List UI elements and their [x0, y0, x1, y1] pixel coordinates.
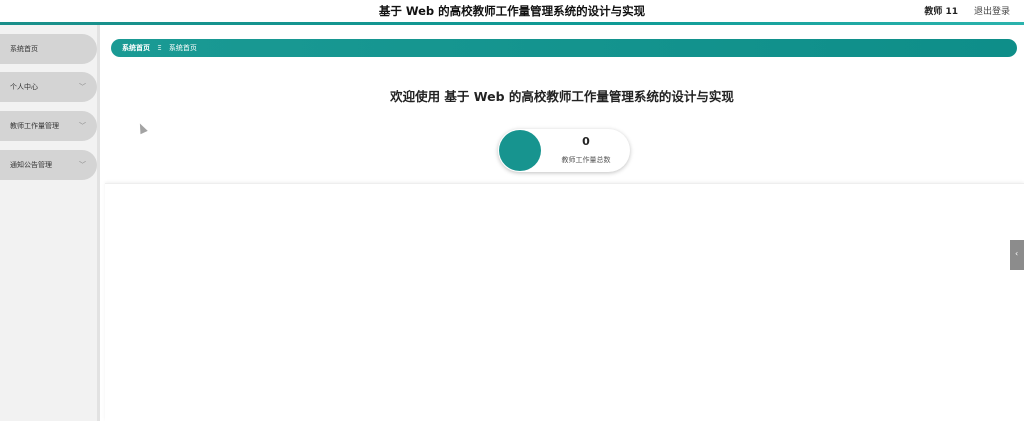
sidebar-item-label: 通知公告管理: [10, 161, 52, 169]
top-accent-line: [0, 22, 1024, 25]
breadcrumb-current: 系统首页: [168, 44, 197, 52]
breadcrumb-separator: Ξ: [157, 44, 162, 52]
sidebar-item-notice-management[interactable]: 通知公告管理 ﹀: [0, 150, 97, 180]
sidebar-item-label: 系统首页: [10, 45, 38, 53]
collapse-tab[interactable]: ‹: [1010, 240, 1024, 270]
sidebar: 系统首页 个人中心 ﹀ 教师工作量管理 ﹀ 通知公告管理 ﹀: [0, 25, 100, 421]
stat-value: 0: [582, 135, 590, 148]
sidebar-item-label: 教师工作量管理: [10, 122, 59, 130]
app-title: 基于 Web 的高校教师工作量管理系统的设计与实现: [378, 4, 646, 18]
sidebar-item-workload-management[interactable]: 教师工作量管理 ﹀: [0, 111, 97, 141]
chevron-down-icon: ﹀: [79, 83, 86, 91]
chevron-down-icon: ﹀: [79, 122, 86, 130]
chevron-down-icon: ﹀: [79, 161, 86, 169]
workload-stat-card: 0 教师工作量总数: [498, 129, 630, 172]
logout-link[interactable]: 退出登录: [974, 4, 1010, 17]
stat-label: 教师工作量总数: [561, 156, 611, 164]
sidebar-item-label: 个人中心: [10, 83, 38, 91]
breadcrumb-home[interactable]: 系统首页: [122, 44, 150, 52]
mouse-cursor-icon: [136, 121, 148, 135]
welcome-title: 欢迎使用 基于 Web 的高校教师工作量管理系统的设计与实现: [390, 89, 734, 104]
content-panel: [105, 183, 1024, 421]
top-bar: 基于 Web 的高校教师工作量管理系统的设计与实现 教师 11 退出登录: [0, 0, 1024, 22]
breadcrumb: 系统首页 Ξ 系统首页: [111, 39, 1017, 57]
sidebar-item-home[interactable]: 系统首页: [0, 34, 97, 64]
user-name: 教师 11: [924, 7, 958, 17]
chevron-left-icon: ‹: [1015, 249, 1019, 258]
sidebar-item-personal-center[interactable]: 个人中心 ﹀: [0, 72, 97, 102]
stat-circle-icon: [499, 130, 541, 171]
